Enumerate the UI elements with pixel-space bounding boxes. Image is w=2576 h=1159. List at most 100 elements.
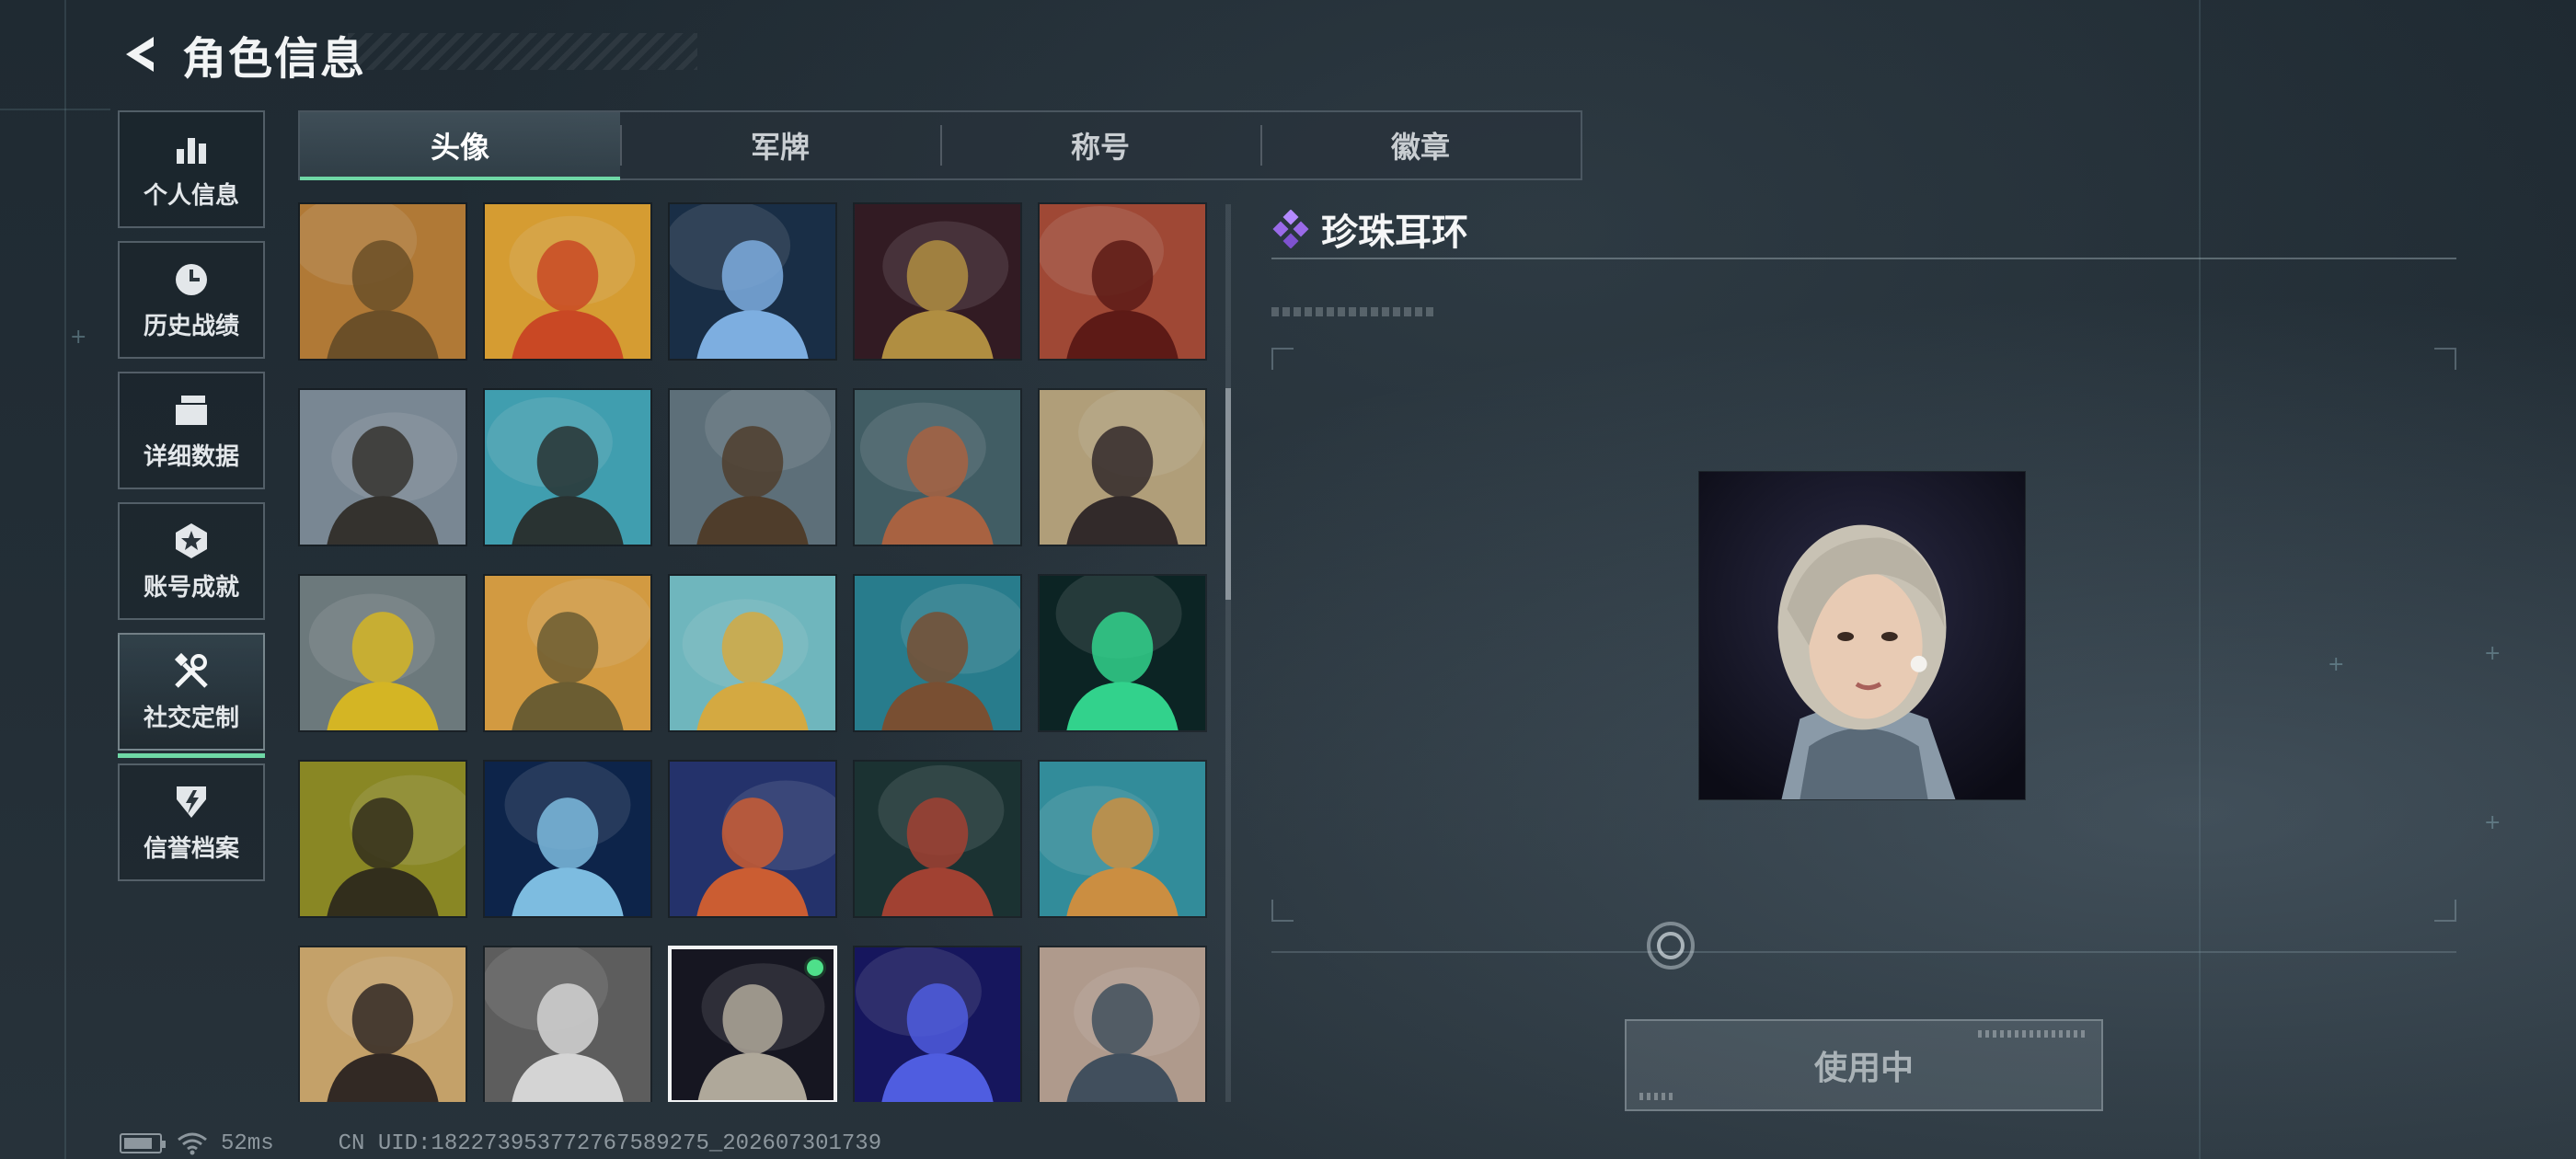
avatar-scrollbar[interactable] [1225,204,1231,1102]
avatar-tile[interactable] [1038,946,1207,1102]
cartoon-deer-gifts-avatar [670,762,835,916]
avatar-tile[interactable] [668,946,837,1102]
sidebar-item-social-custom[interactable]: 社交定制 [118,633,265,758]
avatar-tile[interactable] [483,574,652,732]
avatar-tile[interactable] [298,202,467,361]
hud-crosshair-icon: + [2484,642,2501,665]
goggles-girl-avatar [1040,390,1205,545]
wifi-icon [178,1132,207,1155]
sidebar-item-reputation[interactable]: 信誉档案 [118,763,265,881]
ping-readout: 52ms [221,1130,274,1156]
sidebar-item-personal-info[interactable]: 个人信息 [118,110,265,228]
monkey-reading-avatar [1040,762,1205,916]
avatar-tile[interactable] [1038,388,1207,546]
frame-corner [1271,348,1294,370]
page-header: 角色信息 [118,26,697,85]
avatar-tile[interactable] [1038,574,1207,732]
avatar-tile[interactable] [668,760,837,918]
tab-dog-tag[interactable]: 军牌 [620,112,940,178]
avatar-tile[interactable] [853,760,1022,918]
battery-icon [120,1133,166,1153]
thumbs-up-soldier-avatar [670,390,835,545]
tab-title[interactable]: 称号 [940,112,1260,178]
red-hair-woman-avatar [1040,204,1205,359]
bar-chart-icon [171,129,212,169]
avatar-tile[interactable] [853,946,1022,1102]
target-ring-icon [1647,922,1695,970]
tab-badge[interactable]: 徽章 [1260,112,1581,178]
avatar-tile[interactable] [668,388,837,546]
avatar-tile[interactable] [483,760,652,918]
shield-lightning-icon [171,782,212,822]
scrollbar-thumb[interactable] [1225,388,1231,600]
glasses-man-olive-avatar [300,762,466,916]
rowboat-avatar [855,576,1020,730]
hud-divider [0,109,110,110]
sidebar-item-label: 社交定制 [143,704,239,732]
avatar-tile[interactable] [668,574,837,732]
hud-divider [64,0,66,1159]
alligator-sign-avatar [300,576,466,730]
bearded-man-festival-avatar [300,204,466,359]
avatar-tile[interactable] [298,388,467,546]
avatar-tile[interactable] [1038,760,1207,918]
sidebar-item-label: 详细数据 [143,442,239,471]
sidebar-item-match-history[interactable]: 历史战绩 [118,241,265,359]
avatar-tile[interactable] [853,202,1022,361]
cartoon-dog-soldier-avatar [485,576,650,730]
hud-crosshair-icon: + [2328,653,2345,676]
back-arrow-icon[interactable] [118,30,166,78]
title-decoration [348,33,697,70]
archer-woman-avatar [855,390,1020,545]
avatar-grid [298,202,1211,1102]
star-badge-icon [171,521,212,561]
user-uid: CN UID:182273953772767589275_20260730173… [338,1130,882,1156]
cartoon-fries-avatar [485,204,650,359]
wrench-screwdriver-icon [171,651,212,692]
avatar-tile[interactable] [853,388,1022,546]
status-bar: 52ms CN UID:182273953772767589275_202607… [120,1130,881,1157]
in-use-button[interactable]: 使用中 [1625,1019,2103,1111]
avatar-tile[interactable] [298,760,467,918]
neon-logo-avatar [1040,576,1205,730]
avatar-tile[interactable] [668,202,837,361]
neural-lightning-avatar [485,762,650,916]
sidebar-item-label: 信誉档案 [143,834,239,863]
avatar-tile[interactable] [1038,202,1207,361]
agent-lightning-avatar [670,204,835,359]
equipped-indicator-icon [804,957,826,979]
item-name: 珍珠耳环 [1321,212,1468,254]
sidebar-item-label: 历史战绩 [143,312,239,340]
hud-divider [2199,0,2201,1159]
zombie-pirate-avatar [855,762,1020,916]
avatar-tile[interactable] [483,946,652,1102]
sidebar-item-achievements[interactable]: 账号成就 [118,502,265,620]
avatar-tile[interactable] [298,946,467,1102]
soldier-mountain-avatar [300,390,466,545]
avatar-tile[interactable] [483,388,652,546]
avatar-preview [1698,471,2026,800]
tab-avatar[interactable]: 头像 [300,112,620,180]
beach-headphones-avatar [485,390,650,545]
pyramid-selfie-avatar [300,947,466,1102]
avatar-tile[interactable] [853,574,1022,732]
white-eagle-emblem-avatar [485,947,650,1102]
clock-history-icon [171,259,212,300]
avatar-tile[interactable] [483,202,652,361]
category-tabs: 头像 军牌 称号 徽章 [298,110,1582,180]
sidebar-item-label: 个人信息 [143,181,239,210]
item-detail-header: 珍珠耳环 [1271,201,2456,259]
frame-corner [2434,348,2456,370]
pearl-earring-woman-portrait [1699,472,2025,799]
cartoon-shiba-cap-avatar [670,576,835,730]
avatar-tile[interactable] [298,574,467,732]
two-girls-anime-avatar [1040,947,1205,1102]
sidebar: 个人信息 历史战绩 详细数据 账号成就 社交定制 信誉档案 [118,110,265,894]
frame-corner [1271,900,1294,922]
folder-icon [171,390,212,430]
sidebar-item-detailed-data[interactable]: 详细数据 [118,372,265,489]
sidebar-item-label: 账号成就 [143,573,239,602]
item-subtitle-placeholder [1271,307,1433,316]
hud-crosshair-icon: + [2484,811,2501,834]
page-title: 角色信息 [182,33,367,85]
